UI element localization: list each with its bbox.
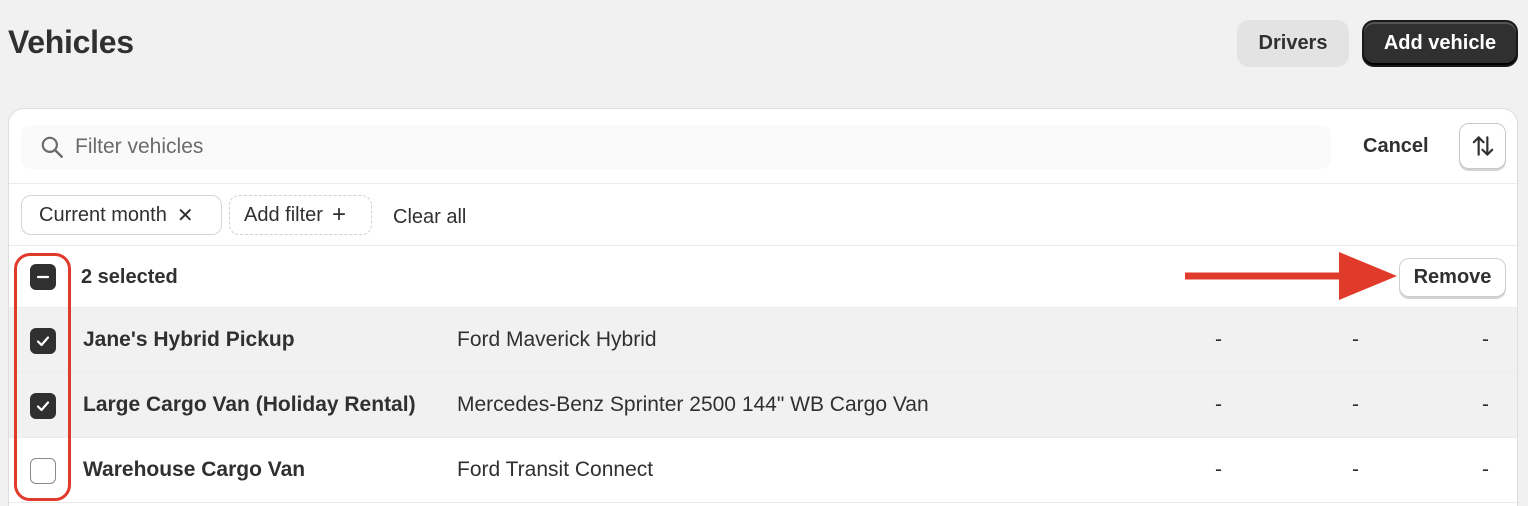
- add-filter-button[interactable]: Add filter +: [229, 195, 372, 235]
- table-cell: -: [1352, 393, 1359, 416]
- search-icon: [41, 136, 63, 158]
- table-row[interactable]: Warehouse Cargo Van Ford Transit Connect…: [9, 438, 1517, 503]
- table-cell: -: [1352, 458, 1359, 481]
- annotation-highlight-box: [14, 253, 71, 501]
- vehicle-name[interactable]: Large Cargo Van (Holiday Rental): [83, 393, 416, 417]
- remove-button[interactable]: Remove: [1399, 258, 1506, 297]
- vehicle-model: Ford Transit Connect: [457, 458, 654, 481]
- sort-button[interactable]: [1459, 123, 1506, 169]
- table-cell: -: [1215, 458, 1222, 481]
- filter-chip-current-month[interactable]: Current month ✕: [21, 195, 222, 235]
- search-box[interactable]: [21, 125, 1331, 169]
- close-icon[interactable]: ✕: [177, 203, 194, 228]
- table-cell: -: [1352, 328, 1359, 351]
- selected-count: 2 selected: [81, 266, 178, 288]
- search-row: Cancel: [9, 109, 1517, 184]
- search-input[interactable]: [75, 135, 1275, 159]
- vehicle-name[interactable]: Jane's Hybrid Pickup: [83, 328, 295, 352]
- add-vehicle-button[interactable]: Add vehicle: [1362, 20, 1518, 67]
- sort-arrows-icon: [1472, 136, 1493, 156]
- vehicle-model: Mercedes-Benz Sprinter 2500 144" WB Carg…: [457, 393, 929, 416]
- table-row[interactable]: Jane's Hybrid Pickup Ford Maverick Hybri…: [9, 308, 1517, 373]
- vehicles-card: Cancel Current month ✕ Add filter + Clea…: [8, 108, 1518, 506]
- drivers-button[interactable]: Drivers: [1237, 20, 1349, 67]
- filter-row: Current month ✕ Add filter + Clear all: [9, 184, 1517, 246]
- table-cell: -: [1482, 328, 1489, 351]
- annotation-arrow: [1185, 252, 1397, 300]
- vehicle-model: Ford Maverick Hybrid: [457, 328, 657, 351]
- page-title: Vehicles: [8, 24, 134, 60]
- table-cell: -: [1215, 328, 1222, 351]
- table-row[interactable]: Large Cargo Van (Holiday Rental) Mercede…: [9, 373, 1517, 438]
- vehicle-name[interactable]: Warehouse Cargo Van: [83, 458, 305, 482]
- add-filter-label: Add filter: [244, 203, 323, 226]
- table-cell: -: [1482, 393, 1489, 416]
- clear-all-button[interactable]: Clear all: [393, 206, 466, 229]
- bulk-actions-row: 2 selected Remove: [9, 246, 1517, 308]
- filter-chip-label: Current month: [39, 203, 167, 226]
- cancel-button[interactable]: Cancel: [1363, 135, 1429, 158]
- table-cell: -: [1215, 393, 1222, 416]
- plus-icon: +: [331, 201, 346, 228]
- table-cell: -: [1482, 458, 1489, 481]
